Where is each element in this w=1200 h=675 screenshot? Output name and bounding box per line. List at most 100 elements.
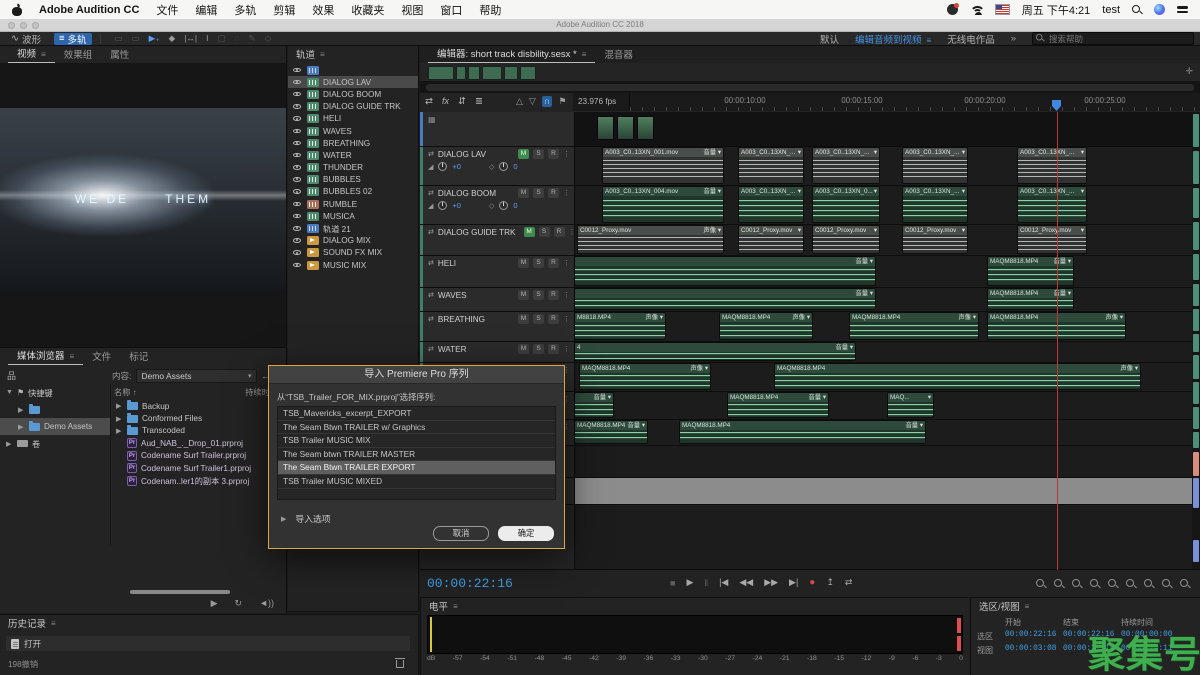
visibility-eye-icon[interactable] — [293, 102, 303, 111]
audio-clip[interactable]: MAQM8818.MP4 音量 ▾ — [575, 421, 647, 443]
zoom-tool-button[interactable] — [1072, 579, 1082, 589]
mute-button[interactable]: M — [518, 258, 529, 268]
zoom-tool-button[interactable] — [1054, 579, 1064, 589]
pan-knob[interactable] — [499, 162, 509, 171]
recording-indicator-icon[interactable] — [946, 3, 959, 15]
audio-clip[interactable]: MAQ... ▾ — [888, 393, 933, 417]
tree-chevron-icon[interactable]: ▶ — [18, 406, 25, 414]
audio-clip[interactable]: MAQM8818.MP4 音量 ▾ — [728, 393, 828, 417]
visibility-eye-icon[interactable] — [293, 163, 303, 172]
track-lane[interactable]: A003_C0..13XN_001.mov 音量 ▾ A003_C0..13XN_.… — [575, 147, 1192, 186]
arm-button[interactable]: R — [548, 149, 559, 159]
media-file-row[interactable]: Codename Surf Trailer.prproj — [112, 450, 284, 462]
solo-button[interactable]: S — [533, 344, 544, 354]
clip-gain-label[interactable]: 声像 ▾ — [1120, 364, 1138, 373]
visibility-eye-icon[interactable] — [293, 248, 303, 257]
track-lane[interactable]: 音量 ▾ MAQM8818.MP4 音量 ▾ — [575, 256, 1192, 288]
media-file-row[interactable]: Codenam..ler1的副本 3.prproj — [112, 474, 284, 486]
session-minimap[interactable] — [428, 66, 546, 80]
export-button[interactable]: ↥ — [826, 577, 834, 588]
visibility-eye-icon[interactable] — [293, 78, 303, 87]
clip-gain-label[interactable]: ▾ — [798, 226, 801, 235]
preview-play-icon[interactable]: ▶ — [211, 598, 218, 609]
sequence-option[interactable]: TSB Trailer MUSIC MIXED — [278, 475, 555, 489]
arm-button[interactable]: R — [548, 258, 559, 268]
audio-clip[interactable]: 音量 ▾ — [575, 289, 875, 309]
snap-magnet-icon[interactable]: ∩ — [541, 96, 553, 107]
audio-clip[interactable]: 音量 ▾ — [575, 393, 613, 417]
track-lane[interactable]: MAQM8818.MP4 音量 ▾ MAQM8818.MP4 音量 ▾ — [575, 420, 1192, 446]
selection-time-value[interactable]: 00:00:22:16 — [1005, 631, 1063, 642]
track-lane[interactable]: 音量 ▾ MAQM8818.MP4 音量 ▾ MAQ... ▾ — [575, 392, 1192, 420]
panel-menu-icon[interactable]: ≡ — [41, 50, 46, 59]
track-lane[interactable] — [575, 505, 1192, 570]
track-list-item[interactable]: MUSIC MIX — [288, 259, 418, 271]
lasso-tool-icon[interactable]: ◌ — [235, 33, 240, 44]
timecode-display[interactable]: 00:00:22:16 — [427, 576, 513, 591]
tab-文件[interactable]: 文件 — [83, 349, 120, 365]
track-header[interactable]: ⇄ HELI M S R ⋮ — [420, 256, 575, 288]
pan-value[interactable]: 0 — [513, 162, 517, 171]
name-column-header[interactable]: 名称 ↑ — [114, 386, 137, 398]
visibility-eye-icon[interactable] — [293, 187, 303, 196]
workspace-item[interactable]: 编辑音频到视频 ≡ — [855, 32, 931, 46]
arm-button[interactable]: R — [548, 188, 559, 198]
cancel-button[interactable]: 取消 — [433, 526, 489, 541]
audio-clip[interactable]: MAQM8818.MP4 声像 ▾ — [775, 364, 1140, 389]
clip-gain-label[interactable]: ▾ — [798, 148, 801, 157]
audio-clip[interactable]: MAQM8818.MP4 音量 ▾ — [988, 289, 1073, 309]
menu-item[interactable]: 视图 — [401, 2, 423, 18]
workspace-item[interactable]: 默认 — [820, 32, 839, 46]
mute-button[interactable]: M — [518, 188, 529, 198]
solo-button[interactable]: S — [533, 258, 544, 268]
input-language-flag-icon[interactable] — [994, 4, 1010, 15]
clip-gain-label[interactable]: 音量 ▾ — [855, 289, 873, 298]
media-file-row[interactable]: ▶ Conformed Files — [112, 412, 284, 424]
workspace-menu-icon[interactable]: ≡ — [927, 36, 932, 45]
visibility-eye-icon[interactable] — [293, 90, 303, 99]
vertical-scrollbar[interactable] — [1192, 112, 1200, 570]
track-lane[interactable] — [575, 112, 1192, 147]
skip-to-start-button[interactable]: |◀ — [719, 577, 728, 588]
effects-rack-icon[interactable]: fx — [442, 96, 449, 107]
sequence-option[interactable]: The Seam Btwn TRAILER w/ Graphics — [278, 421, 555, 435]
visibility-eye-icon[interactable] — [293, 175, 303, 184]
track-options-icon[interactable]: ⋮ — [563, 315, 570, 323]
panel-menu-icon[interactable]: ≡ — [320, 50, 325, 59]
menu-item[interactable]: 文件 — [156, 2, 178, 18]
clip-gain-label[interactable]: 声像 ▾ — [703, 226, 721, 235]
zoom-tool-button[interactable] — [1180, 579, 1190, 589]
visibility-eye-icon[interactable] — [293, 212, 303, 221]
zoom-tool-button[interactable] — [1090, 579, 1100, 589]
zoom-window-button[interactable] — [32, 21, 39, 29]
clip-gain-label[interactable]: ▾ — [962, 187, 965, 196]
audio-clip[interactable]: A003_C0..13XN_... ▾ — [1018, 148, 1086, 183]
arm-button[interactable]: R — [553, 227, 565, 237]
track-list-item[interactable]: RUMBLE — [288, 198, 418, 210]
tree-chevron-icon[interactable]: ▶ — [116, 427, 123, 435]
timeline-horizontal-scrollbar[interactable] — [420, 81, 1200, 93]
solo-button[interactable]: S — [533, 314, 544, 324]
track-list-item[interactable]: BUBBLES 02 — [288, 186, 418, 198]
workspace-overflow-chevron[interactable]: » — [1011, 33, 1016, 44]
tree-chevron-icon[interactable]: ▶ — [116, 402, 123, 410]
tab-mixer[interactable]: 混音器 — [595, 47, 642, 63]
track-options-icon[interactable]: ⋮ — [563, 150, 570, 158]
ok-button[interactable]: 确定 — [498, 526, 554, 541]
arm-button[interactable]: R — [548, 290, 559, 300]
track-options-icon[interactable]: ⋮ — [563, 189, 570, 197]
volume-value[interactable]: +0 — [452, 201, 461, 210]
tab-editor[interactable]: 编辑器: short track disbility.sesx * ≡ — [428, 46, 596, 63]
audio-clip[interactable]: C0012_Proxy.mov ▾ — [1018, 226, 1086, 253]
pan-zoom-icon[interactable]: ✛ — [1185, 66, 1193, 77]
track-header[interactable]: ⇄ BREATHING M S R ⋮ — [420, 312, 575, 342]
track-list-item[interactable]: HELI — [288, 113, 418, 125]
sequence-option[interactable]: The Seam Btwn TRAILER EXPORT — [278, 461, 555, 475]
track-lane[interactable]: MAQM8818.MP4 声像 ▾ MAQM8818.MP4 声像 ▾ — [575, 363, 1192, 392]
volume-knob[interactable] — [438, 162, 448, 171]
audio-clip[interactable]: A003_C0..13XN_... ▾ — [903, 187, 967, 222]
track-list-item[interactable]: WAVES — [288, 125, 418, 137]
preview-loop-icon[interactable]: ↻ — [235, 598, 243, 609]
track-list-item[interactable]: THUNDER — [288, 162, 418, 174]
audio-clip[interactable]: A003_C0..13XN_... ▾ — [739, 148, 803, 183]
